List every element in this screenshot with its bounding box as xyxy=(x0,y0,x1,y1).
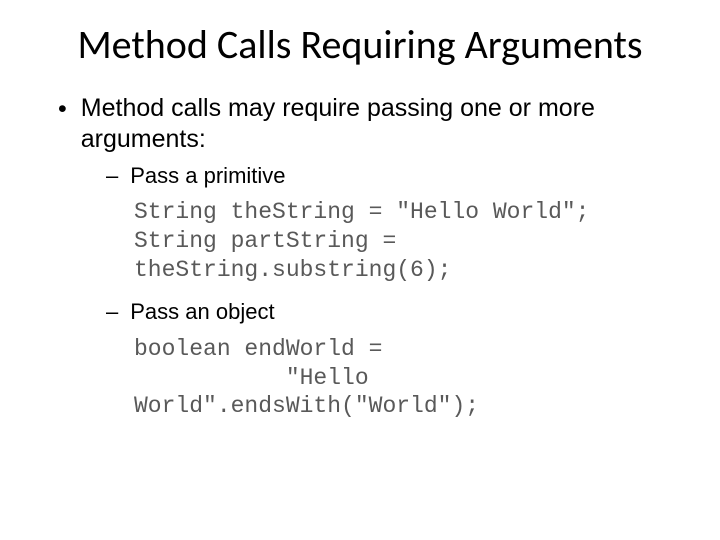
bullet-marker-dash: – xyxy=(106,162,118,191)
bullet-item-object: – Pass an object xyxy=(106,298,680,327)
code-block-object: boolean endWorld = "Hello World".endsWit… xyxy=(134,335,680,421)
bullet-marker-dot: • xyxy=(58,93,67,126)
bullet-item-label: Pass a primitive xyxy=(130,162,285,191)
bullet-marker-dash: – xyxy=(106,298,118,327)
bullet-item-primitive: – Pass a primitive xyxy=(106,162,680,191)
bullet-intro-text: Method calls may require passing one or … xyxy=(81,93,680,156)
slide-title: Method Calls Requiring Arguments xyxy=(40,20,680,69)
code-block-primitive: String theString = "Hello World"; String… xyxy=(134,198,680,284)
bullet-item-label: Pass an object xyxy=(130,298,274,327)
bullet-intro: • Method calls may require passing one o… xyxy=(58,93,680,156)
